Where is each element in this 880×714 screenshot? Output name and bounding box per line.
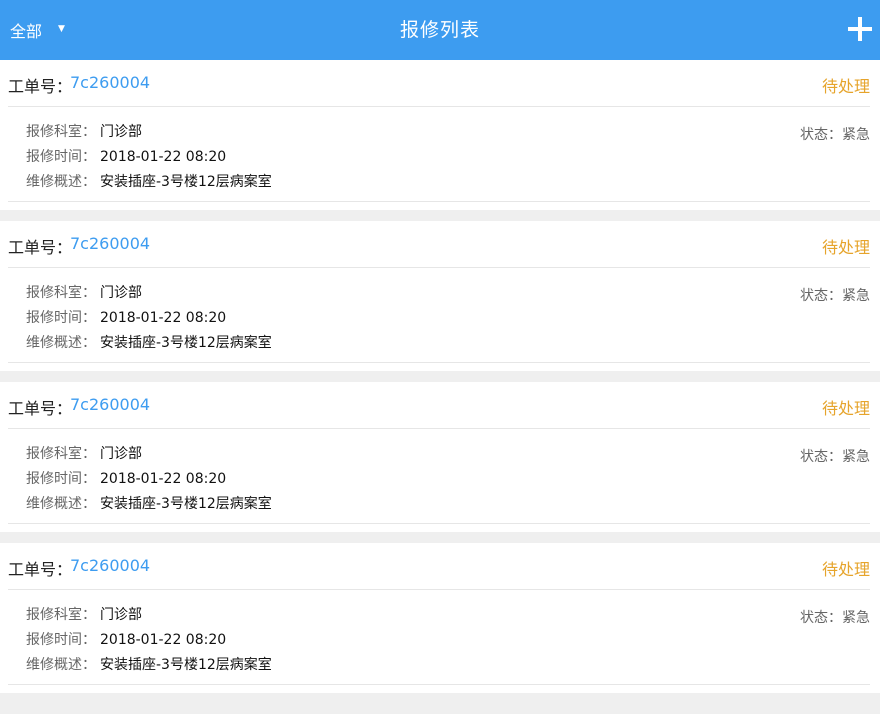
status: 状态：紧急 bbox=[800, 124, 870, 144]
repair-card[interactable]: 工单号： 7c260004 待处理 报修科室： 门诊部 报修时间： 2018-01-… bbox=[0, 60, 880, 210]
order-label: 工单号： bbox=[8, 77, 73, 96]
time-value: 2018-01-22 08:20 bbox=[100, 149, 227, 165]
card-body: 报修科室： 门诊部 报修时间： 2018-01-22 08:20 维修概述： 安装插座… bbox=[8, 590, 870, 685]
dept-value: 门诊部 bbox=[100, 607, 142, 623]
time-label: 报修时间： bbox=[26, 632, 96, 648]
status: 状态：紧急 bbox=[800, 285, 870, 305]
dept-value: 门诊部 bbox=[100, 446, 142, 462]
dept-value: 门诊部 bbox=[100, 124, 142, 140]
time-label: 报修时间： bbox=[26, 310, 96, 326]
order-label: 工单号： bbox=[8, 560, 73, 579]
desc-row: 维修概述： 安装插座-3号楼12层病案室 bbox=[26, 654, 272, 674]
page-title: 报修列表 bbox=[399, 19, 480, 41]
order-number[interactable]: 7c260004 bbox=[70, 234, 150, 253]
dept-label: 报修科室： bbox=[26, 446, 96, 462]
status-label: 状态： bbox=[800, 288, 842, 304]
repair-card[interactable]: 工单号： 7c260004 待处理 报修科室： 门诊部 报修时间： 2018-01-… bbox=[0, 543, 880, 693]
repair-card[interactable]: 工单号： 7c260004 待处理 报修科室： 门诊部 报修时间： 2018-01-… bbox=[0, 221, 880, 371]
order-number[interactable]: 7c260004 bbox=[70, 395, 150, 414]
status-value: 紧急 bbox=[842, 288, 870, 304]
state-badge: 待处理 bbox=[821, 77, 870, 96]
status: 状态：紧急 bbox=[800, 607, 870, 627]
card-header: 工单号： 7c260004 待处理 bbox=[8, 60, 870, 107]
card-body: 报修科室： 门诊部 报修时间： 2018-01-22 08:20 维修概述： 安装插座… bbox=[8, 429, 870, 524]
desc-label: 维修概述： bbox=[26, 174, 96, 190]
order-label: 工单号： bbox=[8, 238, 73, 257]
order-number[interactable]: 7c260004 bbox=[70, 556, 150, 575]
card-body: 报修科室： 门诊部 报修时间： 2018-01-22 08:20 维修概述： 安装插座… bbox=[8, 268, 870, 363]
add-button[interactable] bbox=[848, 17, 872, 41]
status-value: 紧急 bbox=[842, 610, 870, 626]
dept-label: 报修科室： bbox=[26, 124, 96, 140]
repair-list: 工单号： 7c260004 待处理 报修科室： 门诊部 报修时间： 2018-01-… bbox=[0, 60, 880, 704]
time-row: 报修时间： 2018-01-22 08:20 bbox=[26, 629, 226, 649]
dept-row: 报修科室： 门诊部 bbox=[26, 121, 142, 141]
time-row: 报修时间： 2018-01-22 08:20 bbox=[26, 146, 226, 166]
time-label: 报修时间： bbox=[26, 471, 96, 487]
state-badge: 待处理 bbox=[821, 238, 870, 257]
desc-value: 安装插座-3号楼12层病案室 bbox=[100, 174, 272, 190]
time-row: 报修时间： 2018-01-22 08:20 bbox=[26, 307, 226, 327]
filter-label: 全部 bbox=[10, 22, 43, 41]
status-value: 紧急 bbox=[842, 449, 870, 465]
time-value: 2018-01-22 08:20 bbox=[100, 632, 227, 648]
filter-dropdown[interactable]: 全部 ▼ bbox=[10, 0, 65, 60]
repair-card[interactable]: 工单号： 7c260004 待处理 报修科室： 门诊部 报修时间： 2018-01-… bbox=[0, 382, 880, 532]
desc-label: 维修概述： bbox=[26, 657, 96, 673]
status-label: 状态： bbox=[800, 610, 842, 626]
desc-value: 安装插座-3号楼12层病案室 bbox=[100, 496, 272, 512]
desc-label: 维修概述： bbox=[26, 335, 96, 351]
time-label: 报修时间： bbox=[26, 149, 96, 165]
card-header: 工单号： 7c260004 待处理 bbox=[8, 221, 870, 268]
status-value: 紧急 bbox=[842, 127, 870, 143]
dept-label: 报修科室： bbox=[26, 285, 96, 301]
dept-label: 报修科室： bbox=[26, 607, 96, 623]
caret-down-icon: ▼ bbox=[58, 24, 65, 34]
card-header: 工单号： 7c260004 待处理 bbox=[8, 543, 870, 590]
time-row: 报修时间： 2018-01-22 08:20 bbox=[26, 468, 226, 488]
card-body: 报修科室： 门诊部 报修时间： 2018-01-22 08:20 维修概述： 安装插座… bbox=[8, 107, 870, 202]
app-header: 全部 ▼ 报修列表 bbox=[0, 0, 880, 60]
desc-row: 维修概述： 安装插座-3号楼12层病案室 bbox=[26, 332, 272, 352]
order-label: 工单号： bbox=[8, 399, 73, 418]
order-number[interactable]: 7c260004 bbox=[70, 73, 150, 92]
time-value: 2018-01-22 08:20 bbox=[100, 310, 227, 326]
desc-value: 安装插座-3号楼12层病案室 bbox=[100, 657, 272, 673]
dept-value: 门诊部 bbox=[100, 285, 142, 301]
status-label: 状态： bbox=[800, 449, 842, 465]
time-value: 2018-01-22 08:20 bbox=[100, 471, 227, 487]
card-header: 工单号： 7c260004 待处理 bbox=[8, 382, 870, 429]
dept-row: 报修科室： 门诊部 bbox=[26, 282, 142, 302]
status: 状态：紧急 bbox=[800, 446, 870, 466]
desc-row: 维修概述： 安装插座-3号楼12层病案室 bbox=[26, 171, 272, 191]
state-badge: 待处理 bbox=[821, 560, 870, 579]
dept-row: 报修科室： 门诊部 bbox=[26, 604, 142, 624]
desc-value: 安装插座-3号楼12层病案室 bbox=[100, 335, 272, 351]
status-label: 状态： bbox=[800, 127, 842, 143]
desc-label: 维修概述： bbox=[26, 496, 96, 512]
desc-row: 维修概述： 安装插座-3号楼12层病案室 bbox=[26, 493, 272, 513]
state-badge: 待处理 bbox=[821, 399, 870, 418]
dept-row: 报修科室： 门诊部 bbox=[26, 443, 142, 463]
